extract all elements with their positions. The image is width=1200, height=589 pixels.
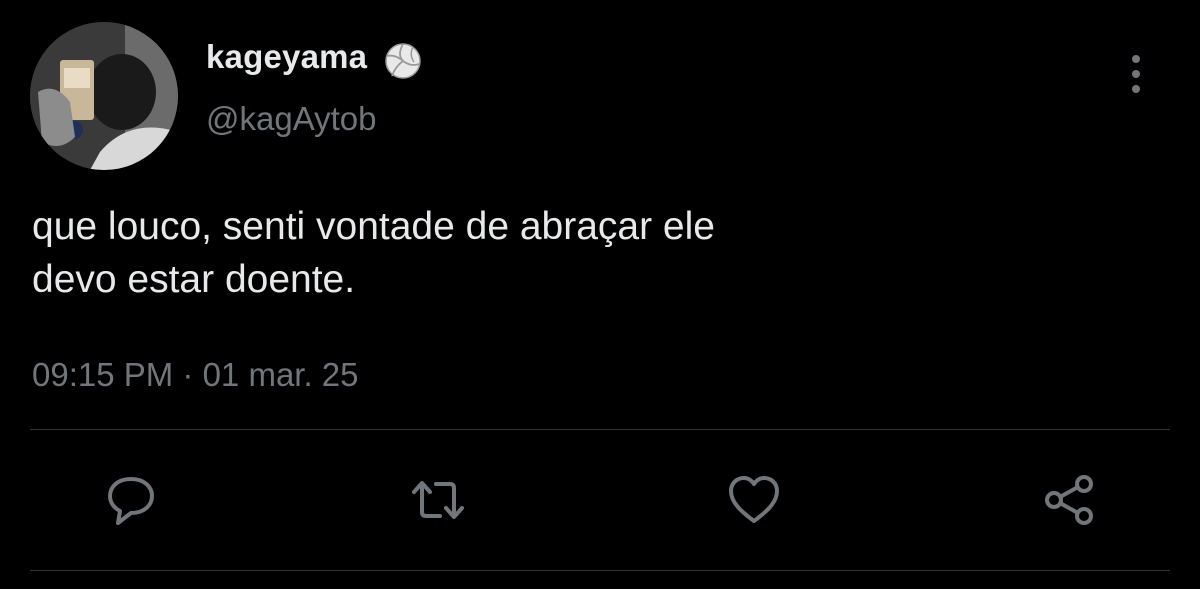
divider: [30, 429, 1170, 430]
volleyball-icon: [385, 43, 421, 79]
tweet-card: kageyama @kagAytob que louco, senti vont…: [0, 0, 1200, 589]
comment-icon: [108, 477, 154, 525]
share-icon: [1045, 475, 1093, 525]
retweet-icon: [412, 481, 464, 519]
reply-button[interactable]: [101, 470, 161, 530]
divider: [30, 570, 1170, 571]
tweet-text: que louco, senti vontade de abraçar ele …: [32, 200, 715, 306]
heart-icon: [729, 476, 779, 523]
more-options-icon[interactable]: [1118, 52, 1154, 96]
tweet-text-line: que louco, senti vontade de abraçar ele: [32, 205, 715, 248]
avatar-photo: [30, 22, 178, 170]
retweet-button[interactable]: [408, 470, 468, 530]
like-button[interactable]: [724, 470, 784, 530]
user-handle[interactable]: @kagAytob: [206, 100, 377, 138]
tweet-text-line: devo estar doente.: [32, 258, 356, 301]
tweet-timestamp[interactable]: 09:15 PM · 01 mar. 25: [32, 356, 359, 394]
share-button[interactable]: [1040, 470, 1100, 530]
display-name[interactable]: kageyama: [206, 38, 367, 76]
avatar[interactable]: [30, 22, 178, 170]
